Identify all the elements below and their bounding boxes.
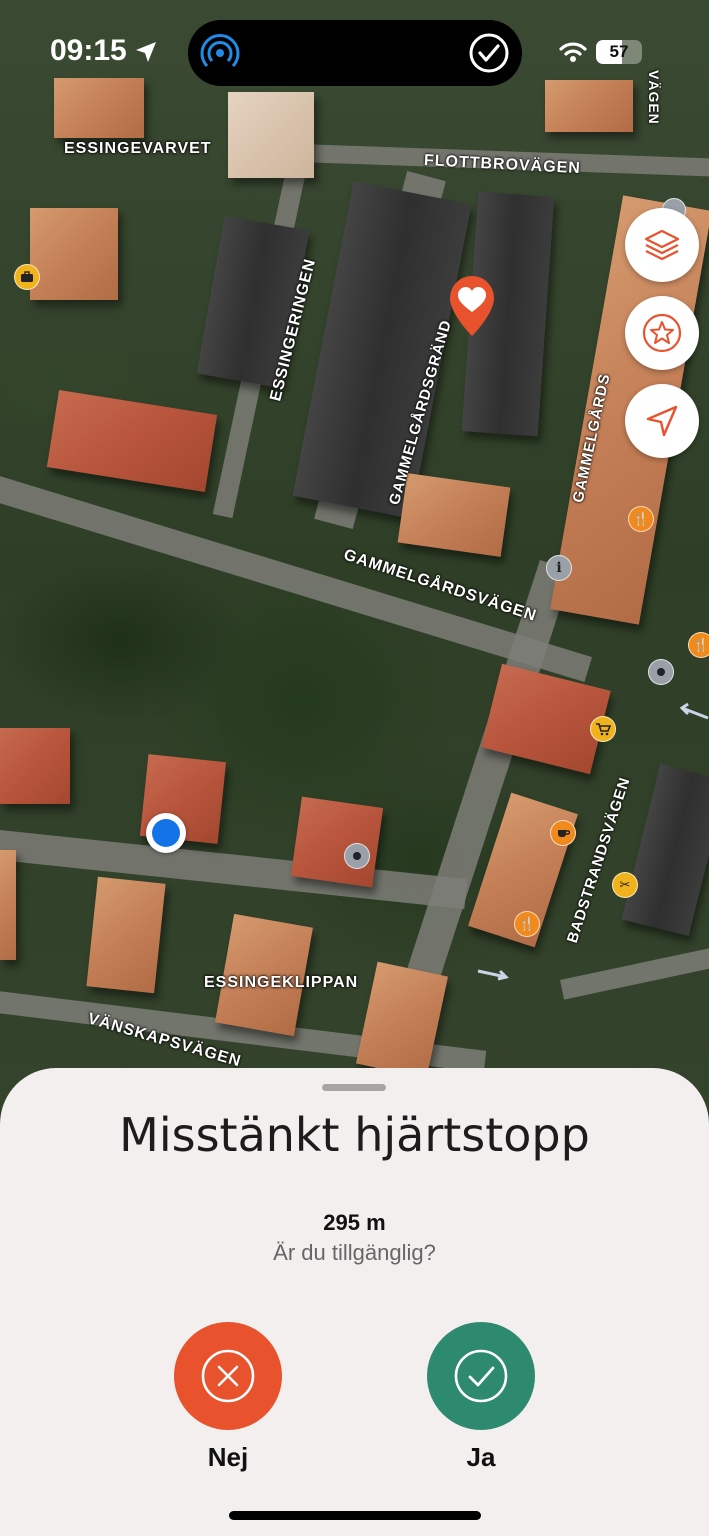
accept-label: Ja (466, 1442, 496, 1472)
heart-marker-icon[interactable] (446, 274, 498, 338)
decline-button[interactable] (174, 1322, 282, 1430)
restaurant-poi-icon[interactable]: 🍴 (688, 632, 709, 658)
locate-me-button[interactable] (625, 384, 699, 458)
salon-poi-icon[interactable]: ✂ (612, 872, 638, 898)
user-location-dot (146, 813, 186, 853)
dynamic-island (188, 20, 522, 86)
building (290, 796, 384, 888)
building (228, 92, 314, 178)
map-label-essingeklippan: ESSINGEKLIPPAN (204, 974, 359, 991)
road (0, 830, 468, 909)
shopping-cart-poi-icon[interactable] (590, 716, 616, 742)
broadcast-icon (200, 34, 240, 68)
building (30, 208, 118, 300)
cafe-poi-icon[interactable] (550, 820, 576, 846)
favorites-button[interactable] (625, 296, 699, 370)
restaurant-poi-icon[interactable]: 🍴 (514, 911, 540, 937)
building (397, 473, 511, 557)
location-services-icon (136, 42, 156, 62)
restaurant-poi-icon[interactable]: 🍴 (628, 506, 654, 532)
map-label-essingevarvet: ESSINGEVARVET (64, 140, 212, 157)
building (46, 389, 218, 493)
map-view[interactable]: ESSINGEVARVET FLOTTBROVÄGEN ESSINGERINGE… (0, 0, 709, 1110)
availability-question: Är du tillgänglig? (273, 1240, 436, 1265)
building (621, 764, 709, 936)
alert-bottom-sheet: Misstänkt hjärtstopp 295 m Är du tillgän… (0, 1068, 709, 1536)
info-poi-icon[interactable]: i (546, 555, 572, 581)
building (0, 728, 70, 804)
location-arrow-icon (646, 405, 678, 437)
building (86, 876, 166, 994)
star-circle-icon (642, 313, 682, 353)
battery-level: 57 (609, 42, 629, 61)
building (0, 850, 16, 960)
close-circle-icon (201, 1349, 255, 1403)
check-circle-icon (454, 1349, 508, 1403)
layers-icon (644, 229, 680, 261)
transit-poi-icon[interactable] (648, 659, 674, 685)
direction-arrow-icon (476, 966, 510, 981)
home-indicator[interactable] (229, 1511, 481, 1520)
status-time: 09:15 (50, 34, 127, 67)
accept-button[interactable] (427, 1322, 535, 1430)
distance-value: 295 m (323, 1210, 386, 1235)
briefcase-poi-icon[interactable] (14, 264, 40, 290)
transit-poi-icon[interactable] (344, 843, 370, 869)
alert-title: Misstänkt hjärtstopp (119, 1108, 590, 1162)
direction-arrow-icon (676, 702, 709, 722)
road (560, 942, 709, 1000)
wifi-icon (559, 42, 587, 62)
sheet-grabber[interactable] (322, 1084, 386, 1091)
layers-button[interactable] (625, 208, 699, 282)
status-bar: 09:15 57 (0, 0, 709, 100)
battery-indicator: 57 (596, 40, 642, 64)
check-circle-icon (469, 33, 509, 73)
decline-label: Nej (207, 1442, 249, 1472)
